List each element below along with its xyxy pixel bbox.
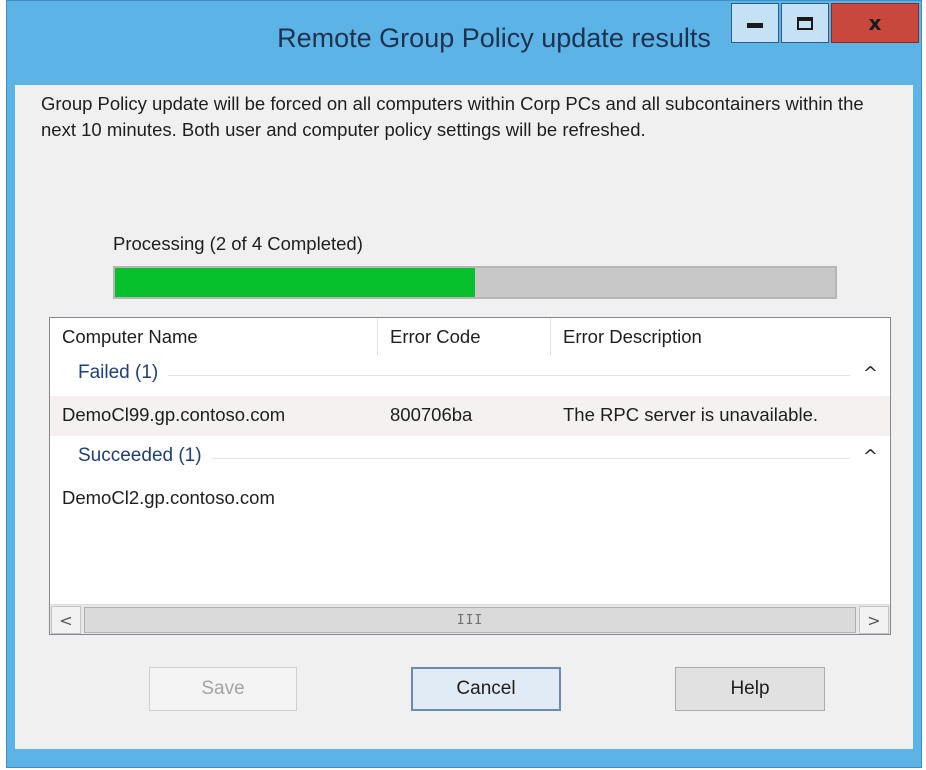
group-header-succeeded[interactable]: Succeeded (1) ^ [50, 439, 890, 477]
error-description-cell: The RPC server is unavailable. [563, 404, 818, 425]
column-header-computer-name[interactable]: Computer Name [50, 318, 378, 356]
intro-text: Group Policy update will be forced on al… [41, 93, 864, 140]
results-list[interactable]: Computer Name Error Code Error Descripti… [49, 317, 891, 635]
title-bar[interactable]: Remote Group Policy update results x [7, 1, 921, 86]
chevron-left-icon: < [59, 610, 73, 630]
table-row[interactable]: DemoCl99.gp.contoso.com 800706ba The RPC… [50, 396, 890, 436]
group-header-failed[interactable]: Failed (1) ^ [50, 356, 890, 394]
horizontal-scrollbar[interactable]: < III > [50, 604, 890, 634]
grip-icon: III [456, 612, 484, 628]
maximize-icon [797, 16, 813, 30]
scrollbar-thumb[interactable]: III [84, 607, 856, 633]
dialog-window: Remote Group Policy update results x Gro… [6, 0, 922, 768]
chevron-right-icon: > [867, 610, 881, 630]
column-header-error-description[interactable]: Error Description [551, 318, 890, 356]
help-button[interactable]: Help [675, 667, 825, 711]
minimize-button[interactable] [731, 3, 779, 43]
cancel-button[interactable]: Cancel [411, 667, 561, 711]
progress-fill [115, 268, 475, 297]
table-row[interactable]: DemoCl2.gp.contoso.com [50, 479, 890, 519]
save-button[interactable]: Save [149, 667, 297, 711]
group-label: Succeeded (1) [78, 445, 212, 467]
close-button[interactable]: x [831, 3, 919, 43]
close-icon: x [868, 11, 882, 35]
maximize-button[interactable] [781, 3, 829, 43]
column-header-error-code[interactable]: Error Code [378, 318, 551, 356]
dialog-body: Group Policy update will be forced on al… [15, 85, 913, 749]
minimize-icon [747, 22, 763, 28]
scroll-left-button[interactable]: < [51, 606, 81, 634]
group-label: Failed (1) [78, 362, 169, 384]
chevron-up-icon[interactable]: ^ [863, 446, 878, 467]
chevron-up-icon[interactable]: ^ [863, 363, 878, 384]
scroll-right-button[interactable]: > [859, 606, 889, 634]
group-divider [78, 375, 850, 376]
computer-name-cell: DemoCl99.gp.contoso.com [62, 404, 286, 425]
computer-name-cell: DemoCl2.gp.contoso.com [62, 487, 275, 508]
error-code-cell: 800706ba [390, 404, 473, 425]
list-header: Computer Name Error Code Error Descripti… [50, 318, 890, 356]
progress-label: Processing (2 of 4 Completed) [113, 233, 363, 254]
progress-bar [113, 266, 837, 299]
